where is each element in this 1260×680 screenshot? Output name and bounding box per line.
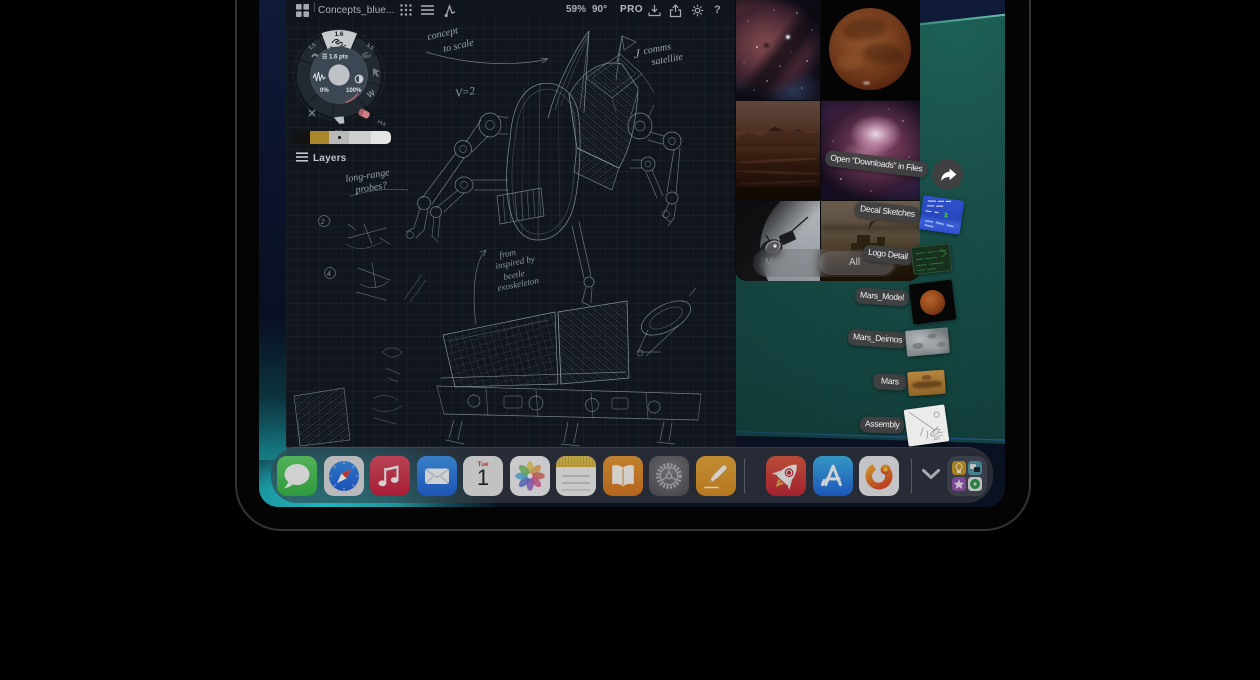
svg-text:J: J — [634, 46, 641, 61]
svg-text:to scale: to scale — [442, 37, 475, 55]
svg-text:100%: 100% — [346, 88, 362, 94]
svg-text:☰ 1.6 pts: ☰ 1.6 pts — [322, 54, 349, 61]
svg-text:14.5: 14.5 — [377, 118, 388, 127]
svg-text:0%: 0% — [320, 88, 329, 94]
svg-text:1.6: 1.6 — [334, 31, 343, 38]
svg-text:V=2: V=2 — [455, 85, 477, 100]
svg-text:4: 4 — [327, 270, 331, 278]
svg-text:2: 2 — [321, 218, 325, 226]
svg-text:concept: concept — [426, 25, 459, 43]
